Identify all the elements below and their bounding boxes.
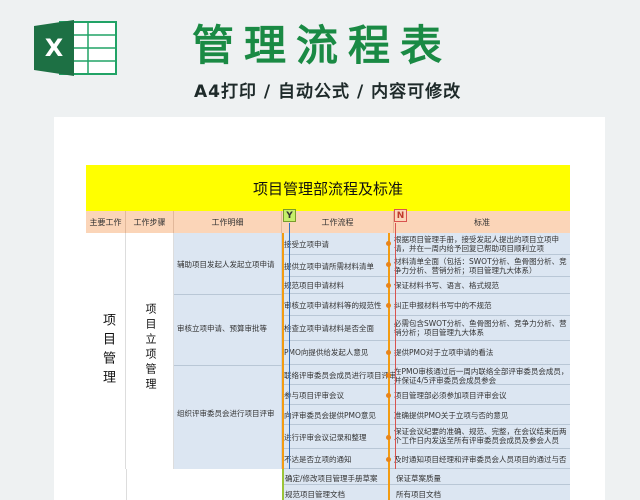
detail-item: 审核立项申请、预算审批等: [177, 324, 267, 333]
standard-text: 保证草案质量: [396, 474, 441, 483]
next-section: 确定/修改项目管理手册草案 规范项目管理文档 保证草案质量 所有项目文档: [86, 469, 570, 500]
standard-text: 根据项目管理手册，接受发起人提出的项目立项申请，并在一周内给予回复已帮助项目顺利…: [394, 235, 559, 253]
column-header-detail: 工作明细: [174, 211, 282, 233]
standard-text: 在PMO审核通过后一周内联络全部评审委员会成员，并保证4/5评审委员会成员参会: [394, 367, 569, 385]
column-header-flow: 工作流程: [282, 211, 394, 233]
flow-line-left: [282, 233, 284, 469]
spreadsheet-preview: 项目管理部流程及标准 主要工作 工作步骤 工作明细 工作流程 标准 Y N 项目…: [54, 117, 605, 500]
flow-step: 进行评审会议记录和整理: [284, 433, 367, 442]
no-path-line: [395, 223, 396, 469]
flow-node-icon: [386, 262, 391, 267]
page-title: 管理流程表: [192, 21, 453, 70]
flow-step: 向评审委员会提供PMO意见: [284, 411, 376, 420]
main-work-label: 项目管理: [100, 313, 115, 389]
step-label: 项目立项管理: [144, 303, 157, 393]
flow-step: 接受立项申请: [284, 240, 329, 249]
flow-step: 联络评审委员会成员进行项目评审: [284, 371, 397, 380]
column-header-standard: 标准: [394, 211, 570, 233]
standard-text: 材料清单全面（包括：SWOT分析、鱼骨图分析、竞争力分析、营销分析；项目管理九大…: [394, 257, 567, 275]
no-marker: N: [394, 209, 407, 222]
page-subtitle: A4打印 / 自动公式 / 内容可修改: [194, 82, 462, 102]
standard-text: 准确提供PMO关于立项与否的意见: [394, 411, 509, 420]
main-work-cell: 项目管理: [86, 233, 126, 469]
standard-text: 保证会议纪要的准确、规范、完整，在会议结束后两个工作日内发送至所有评审委员会成员…: [394, 427, 567, 445]
flow-node-icon: [386, 435, 391, 440]
standard-text: 所有项目文档: [396, 490, 441, 499]
detail-item: 辅助项目发起人发起立项申请: [177, 260, 275, 269]
sheet-banner: 项目管理部流程及标准: [86, 165, 570, 211]
flow-step: 审核立项申请材料等的规范性: [284, 301, 382, 310]
flow-step: 确定/修改项目管理手册草案: [285, 474, 378, 483]
flow-node-icon: [386, 303, 391, 308]
flow-node-icon: [386, 241, 391, 246]
flow-step: PMO向提供给发起人意见: [284, 348, 369, 357]
step-cell: 项目立项管理: [126, 233, 174, 469]
flow-node-icon: [386, 350, 391, 355]
yes-path-line: [289, 223, 290, 469]
standard-text: 提供PMO对于立项申请的看法: [394, 348, 494, 357]
flow-step: 规范项目管理文档: [285, 490, 345, 499]
flow-node-icon: [386, 393, 391, 398]
standard-text: 及时通知项目经理和评审委员会人员项目的通过与否: [394, 455, 567, 464]
excel-logo-icon: X: [30, 18, 120, 78]
flow-node-icon: [386, 373, 391, 378]
yes-marker: Y: [283, 209, 296, 222]
flow-node-icon: [386, 283, 391, 288]
standard-text: 项目管理部必须参加项目评审会议: [394, 391, 507, 400]
flow-step: 提供立项申请所需材料清单: [284, 262, 374, 271]
column-header-step: 工作步骤: [126, 211, 174, 233]
flow-step: 检查立项申请材料是否全面: [284, 324, 374, 333]
standard-text: 必需包含SWOT分析、鱼骨图分析、竞争力分析、营销分析；项目管理九大体系: [394, 319, 567, 337]
flow-step: 规范项目申请材料: [284, 281, 344, 290]
flow-node-icon: [386, 457, 391, 462]
column-header-main-work: 主要工作: [86, 211, 126, 233]
svg-text:X: X: [45, 34, 64, 62]
standard-text: 保证材料书写、语言、格式规范: [394, 281, 499, 290]
standard-text: 纠正申报材料书写中的不规范: [394, 301, 492, 310]
flow-step: 不达是否立项的通知: [284, 455, 352, 464]
detail-item: 组织评审委员会进行项目评审: [177, 409, 275, 418]
flow-step: 参与项目评审会议: [284, 391, 344, 400]
